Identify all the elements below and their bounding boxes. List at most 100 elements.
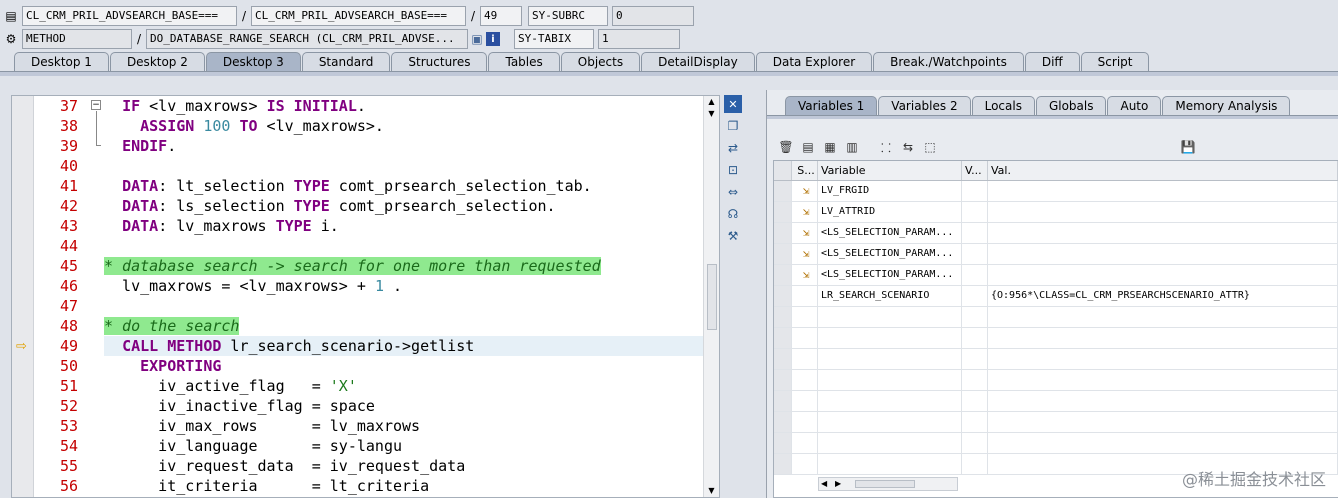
table-row[interactable]	[774, 433, 1338, 454]
variable-cell[interactable]	[818, 454, 962, 474]
tab-memory-analysis[interactable]: Memory Analysis	[1162, 96, 1291, 116]
close-icon[interactable]: ✕	[724, 95, 742, 113]
row-selector[interactable]	[774, 244, 792, 264]
table-row[interactable]	[774, 412, 1338, 433]
variables-grid[interactable]: S... Variable V... Val. ⇲ LV_FRGID ⇲ LV_ATT…	[773, 160, 1338, 498]
new-tool-icon[interactable]: ❐	[724, 117, 742, 135]
table-row[interactable]: ⇲ <LS_SELECTION_PARAM...	[774, 244, 1338, 265]
table-row[interactable]: ⇲ LV_FRGID	[774, 181, 1338, 202]
row-selector[interactable]	[774, 328, 792, 348]
variable-cell[interactable]	[818, 412, 962, 432]
code-line: DATA: ls_selection TYPE comt_prsearch_se…	[122, 197, 556, 215]
table-row[interactable]: ⇲ <LS_SELECTION_PARAM...	[774, 265, 1338, 286]
tab-tables[interactable]: Tables	[488, 52, 560, 72]
row-selector[interactable]	[774, 265, 792, 285]
code-text-area[interactable]: IF <lv_maxrows> IS INITIAL. ASSIGN 100 T…	[104, 96, 703, 497]
variable-cell[interactable]	[818, 328, 962, 348]
save-variables-icon[interactable]: ▦	[821, 138, 839, 156]
row-selector[interactable]	[774, 223, 792, 243]
table-row[interactable]	[774, 328, 1338, 349]
source-code-editor[interactable]: ⇨ 37 38 39 40 41 42 43 44 45 46 47 48 49 50 51 52 53 54 55…	[11, 95, 720, 498]
variable-cell[interactable]	[818, 391, 962, 411]
swap-tool-icon[interactable]: ⇄	[724, 139, 742, 157]
save-icon[interactable]: 💾	[1179, 138, 1197, 156]
variable-cell[interactable]: LV_FRGID	[818, 181, 962, 201]
tab-locals[interactable]: Locals	[971, 96, 1035, 116]
variable-cell[interactable]: <LS_SELECTION_PARAM...	[818, 223, 962, 243]
tab-objects[interactable]: Objects	[560, 52, 641, 72]
variable-cell[interactable]	[818, 433, 962, 453]
table-row[interactable]	[774, 349, 1338, 370]
row-selector[interactable]	[774, 433, 792, 453]
clear-variables-icon[interactable]: ▥	[843, 138, 861, 156]
column-header-v[interactable]: V...	[962, 161, 988, 180]
tab-variables-2[interactable]: Variables 2	[878, 96, 971, 116]
row-selector[interactable]	[774, 391, 792, 411]
info-icon[interactable]: i	[486, 32, 500, 46]
variable-cell[interactable]	[818, 349, 962, 369]
line-number: 44	[59, 237, 78, 255]
row-selector[interactable]	[774, 412, 792, 432]
maximize-icon[interactable]: ⊡	[724, 161, 742, 179]
row-selector[interactable]	[774, 454, 792, 474]
column-header-s[interactable]: S...	[792, 161, 818, 180]
grid-horizontal-scrollbar[interactable]: ◀ ▶	[818, 477, 958, 491]
breakpoint-gutter[interactable]: ⇨	[12, 96, 34, 497]
delete-icon[interactable]: 🗑	[777, 138, 795, 156]
row-selector[interactable]	[774, 349, 792, 369]
table-row[interactable]: LR_SEARCH_SCENARIO {O:956*\CLASS=CL_CRM_P…	[774, 286, 1338, 307]
code-line: IF <lv_maxrows> IS INITIAL.	[122, 97, 366, 115]
variable-cell[interactable]	[818, 370, 962, 390]
editor-side-toolbar: ✕ ❐ ⇄ ⊡ ⇔ ☊ ⚒	[724, 95, 744, 249]
program-field[interactable]: CL_CRM_PRIL_ADVSEARCH_BASE===	[22, 6, 237, 26]
table-row[interactable]	[774, 391, 1338, 412]
headset-icon[interactable]: ☊	[724, 205, 742, 223]
row-selector[interactable]	[774, 307, 792, 327]
table-row[interactable]: ⇲ <LS_SELECTION_PARAM...	[774, 223, 1338, 244]
tab-diff[interactable]: Diff	[1024, 52, 1080, 72]
column-header-value[interactable]: Val.	[988, 161, 1338, 180]
tab-desktop-3[interactable]: Desktop 3	[205, 52, 301, 72]
line-number: 47	[59, 297, 78, 315]
tab-variables-1[interactable]: Variables 1	[785, 96, 878, 116]
table-row[interactable]: ⇲ LV_ATTRID	[774, 202, 1338, 223]
scrollbar-thumb[interactable]	[855, 480, 915, 488]
tab-auto[interactable]: Auto	[1107, 96, 1162, 116]
full-width-icon[interactable]: ⇔	[724, 183, 742, 201]
tree-icon[interactable]: ⸬	[877, 138, 895, 156]
sy-subrc-name-field[interactable]: SY-SUBRC	[528, 6, 608, 26]
tab-desktop-2[interactable]: Desktop 2	[109, 52, 205, 72]
row-selector[interactable]	[774, 286, 792, 306]
reference-icon: ⇲	[802, 184, 810, 197]
object-list-icon[interactable]: ▣	[468, 30, 486, 48]
row-selector[interactable]	[774, 181, 792, 201]
tab-structures[interactable]: Structures	[391, 52, 488, 72]
services-icon[interactable]: ⚒	[724, 227, 742, 245]
scrollbar-thumb[interactable]	[707, 264, 717, 330]
tab-data-explorer[interactable]: Data Explorer	[755, 52, 873, 72]
tab-globals[interactable]: Globals	[1035, 96, 1107, 116]
include-field[interactable]: CL_CRM_PRIL_ADVSEARCH_BASE===	[251, 6, 466, 26]
variable-cell[interactable]: LV_ATTRID	[818, 202, 962, 222]
transfer-icon[interactable]: ⇆	[899, 138, 917, 156]
row-selector[interactable]	[774, 202, 792, 222]
column-header-variable[interactable]: Variable	[818, 161, 962, 180]
tab-desktop-1[interactable]: Desktop 1	[14, 52, 109, 72]
line-field[interactable]: 49	[480, 6, 522, 26]
editor-vertical-scrollbar[interactable]: ▲ ▼ ▼	[703, 96, 719, 497]
tab-standard[interactable]: Standard	[301, 52, 391, 72]
table-row[interactable]	[774, 307, 1338, 328]
row-selector[interactable]	[774, 370, 792, 390]
tab-break-watchpoints[interactable]: Break./Watchpoints	[873, 52, 1024, 72]
collapse-icon[interactable]: −	[91, 100, 101, 110]
variable-cell[interactable]: <LS_SELECTION_PARAM...	[818, 244, 962, 264]
tab-script[interactable]: Script	[1080, 52, 1150, 72]
table-row[interactable]	[774, 370, 1338, 391]
variable-cell[interactable]: <LS_SELECTION_PARAM...	[818, 265, 962, 285]
select-icon[interactable]: ⬚	[921, 138, 939, 156]
load-variables-icon[interactable]: ▤	[799, 138, 817, 156]
variable-cell[interactable]	[818, 307, 962, 327]
tab-detaildisplay[interactable]: DetailDisplay	[641, 52, 755, 72]
variable-cell[interactable]: LR_SEARCH_SCENARIO	[818, 286, 962, 306]
sy-tabix-name-field[interactable]: SY-TABIX	[514, 29, 594, 49]
